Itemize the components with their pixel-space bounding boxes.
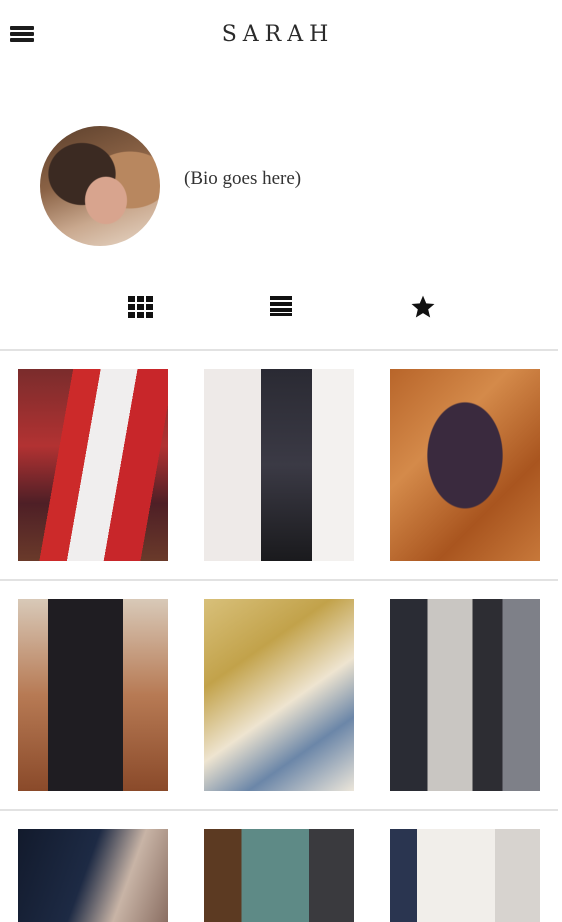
divider: [0, 579, 558, 581]
star-icon[interactable]: [410, 294, 440, 324]
gallery-photo[interactable]: [390, 369, 540, 561]
divider: [0, 809, 558, 811]
list-view-icon[interactable]: [270, 296, 300, 326]
gallery-photo[interactable]: [204, 599, 354, 791]
profile-avatar: [40, 126, 160, 246]
gallery-photo[interactable]: [390, 599, 540, 791]
site-logo[interactable]: SARAH: [0, 22, 556, 47]
gallery-photo[interactable]: [204, 829, 354, 922]
gallery-photo[interactable]: [18, 369, 168, 561]
gallery-photo[interactable]: [204, 369, 354, 561]
gallery-photo[interactable]: [390, 829, 540, 922]
profile-bio: (Bio goes here): [184, 168, 302, 189]
view-toggle-bar: [0, 292, 562, 322]
top-bar: SARAH: [0, 0, 562, 80]
grid-view-icon[interactable]: [128, 296, 158, 326]
gallery-photo[interactable]: [18, 599, 168, 791]
divider: [0, 349, 558, 351]
gallery-photo[interactable]: [18, 829, 168, 922]
